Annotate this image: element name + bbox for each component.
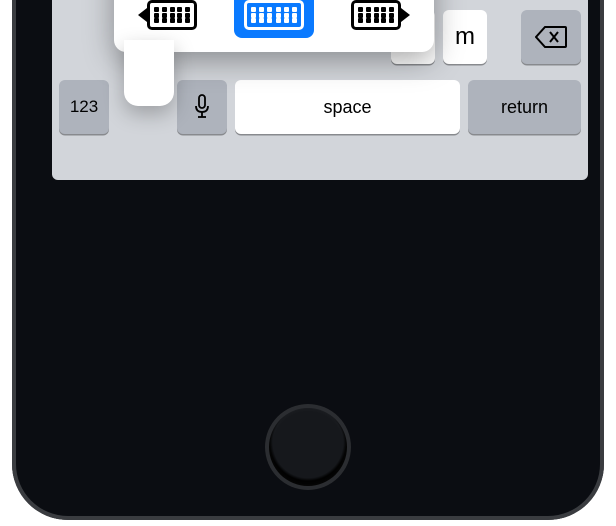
keyboard-dock-right-icon xyxy=(351,0,401,30)
keyboard-dock-full-icon xyxy=(244,0,304,30)
phone-frame: u i o p j k l n m 123 xyxy=(12,0,604,520)
microphone-icon xyxy=(193,94,211,120)
home-button[interactable] xyxy=(265,404,351,490)
key-label: 123 xyxy=(70,97,98,117)
keyboard-screen: u i o p j k l n m 123 xyxy=(52,0,588,180)
return-key[interactable]: return xyxy=(468,80,581,134)
key-label: return xyxy=(501,97,548,118)
key-m[interactable]: m xyxy=(443,10,487,64)
dictation-key[interactable] xyxy=(177,80,227,134)
dock-full-button[interactable] xyxy=(234,0,314,38)
dock-right-button[interactable] xyxy=(336,0,416,38)
popup-tail xyxy=(124,40,174,106)
backspace-icon xyxy=(535,26,567,48)
key-label: m xyxy=(455,23,475,51)
keyboard-switcher-popup: Keyboard Settings… English (US) Emoji xyxy=(114,0,434,52)
backspace-key[interactable] xyxy=(521,10,581,64)
keyboard-dock-left-icon xyxy=(147,0,197,30)
space-key[interactable]: space xyxy=(235,80,460,134)
key-label: space xyxy=(323,97,371,118)
dock-left-button[interactable] xyxy=(132,0,212,38)
numbers-key[interactable]: 123 xyxy=(59,80,109,134)
